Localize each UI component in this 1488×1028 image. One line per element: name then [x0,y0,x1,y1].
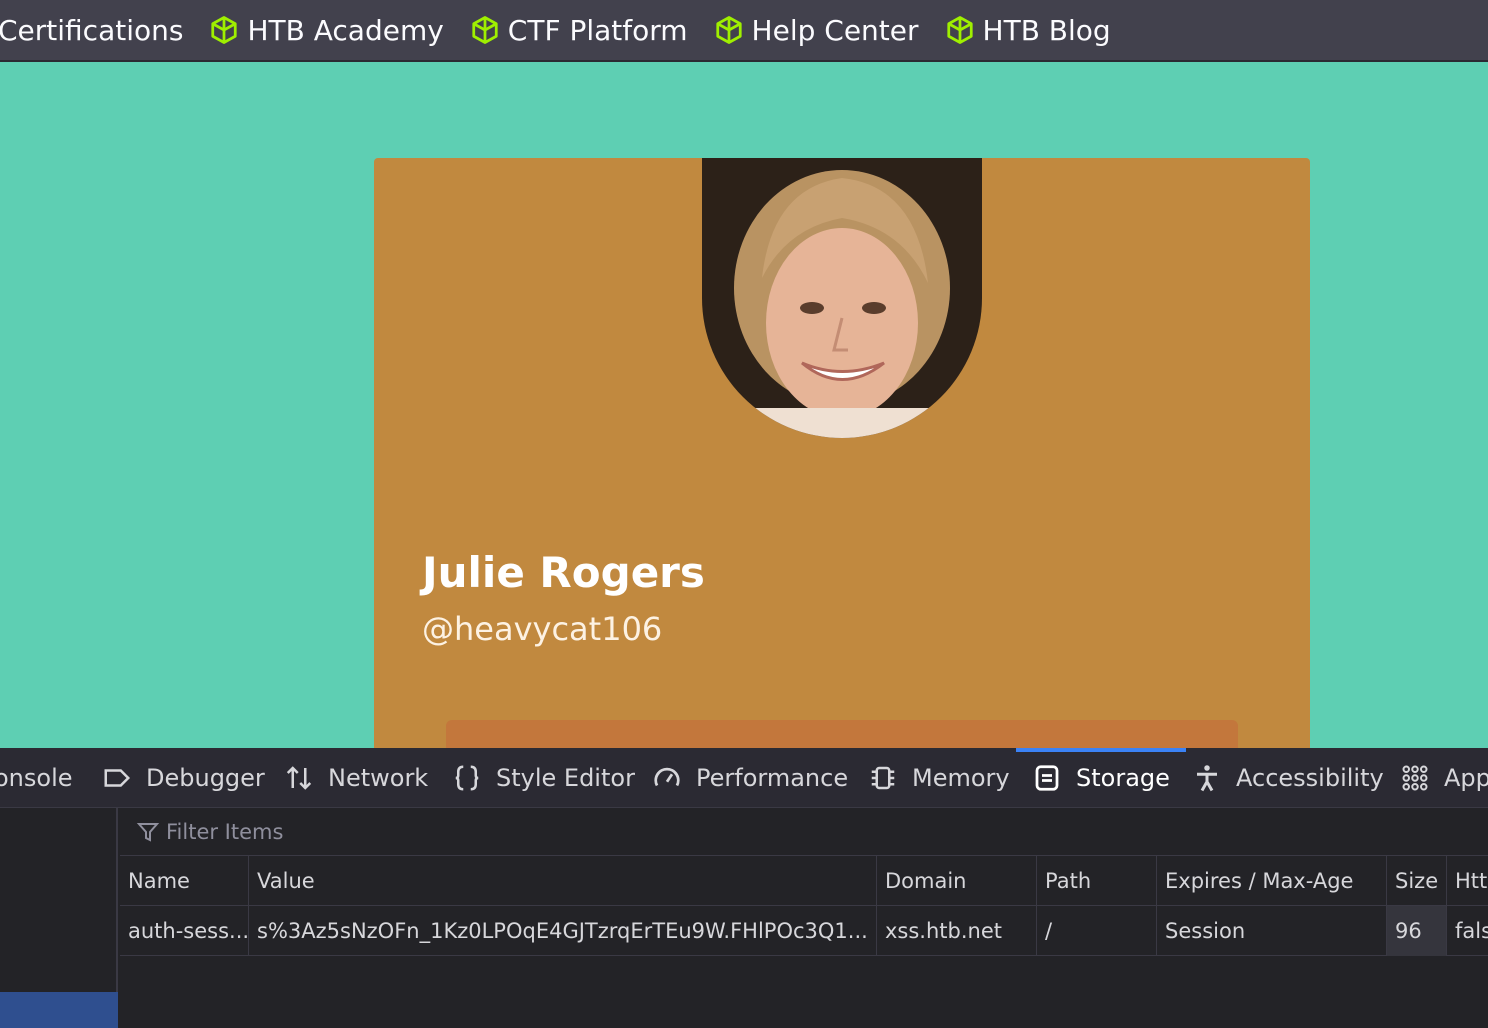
cell-path[interactable]: / [1036,906,1156,956]
profile-handle: @heavycat106 [422,610,663,648]
devtools-tabbar: onsole Debugger Network Style Editor Per… [0,748,1488,808]
tab-network[interactable]: Network [284,748,428,807]
cell-size[interactable]: 96 [1386,906,1446,956]
bookmark-ctf-platform[interactable]: CTF Platform [470,14,688,47]
grid-icon [1402,765,1428,791]
gauge-icon [654,767,680,787]
filter-bar[interactable]: Filter Items [120,808,1488,856]
tab-console[interactable]: onsole [0,748,73,807]
bookmark-label: HTB Academy [247,13,444,47]
braces-icon [455,765,479,791]
cell-domain[interactable]: xss.htb.net [876,906,1036,956]
filter-icon [136,822,160,842]
column-header-httponly[interactable]: Htt [1446,856,1488,906]
network-arrows-icon [286,766,312,790]
filter-input[interactable]: Filter Items [166,820,283,844]
accessibility-icon [1197,765,1217,792]
avatar [702,158,982,438]
tab-application[interactable]: App [1400,748,1488,807]
profile-content-box [446,720,1238,748]
devtools-panel: onsole Debugger Network Style Editor Per… [0,748,1488,1028]
bookmark-label: HTB Blog [982,13,1111,47]
cell-name[interactable]: auth-sess... [120,906,248,956]
bookmark-certifications[interactable]: Certifications [0,14,183,47]
column-header-domain[interactable]: Domain [876,856,1036,906]
profile-name: Julie Rogers [422,548,705,597]
column-header-name[interactable]: Name [120,856,248,906]
column-header-path[interactable]: Path [1036,856,1156,906]
tab-performance[interactable]: Performance [652,748,848,807]
table-header: Name Value Domain Path Expires / Max-Age… [120,856,1488,906]
cell-expires[interactable]: Session [1156,906,1386,956]
column-header-value[interactable]: Value [248,856,876,906]
cell-httponly[interactable]: fals [1446,906,1488,956]
bookmark-label: CTF Platform [507,13,688,47]
bookmark-label: Certifications [0,13,184,47]
bookmark-label: Help Center [751,13,919,47]
bookmark-htb-blog[interactable]: HTB Blog [945,14,1111,47]
debugger-icon [104,769,131,787]
tab-debugger[interactable]: Debugger [102,748,265,807]
column-header-size[interactable]: Size [1386,856,1446,906]
table-row[interactable]: auth-sess... s%3Az5sNzOFn_1Kz0LPOqE4GJTz… [120,906,1488,956]
profile-card: Julie Rogers @heavycat106 [374,158,1310,748]
cell-value[interactable]: s%3Az5sNzOFn_1Kz0LPOqE4GJTzrqErTEu9W.FHl… [248,906,876,956]
bookmarks-toolbar: Certifications HTB Academy CTF Platform … [0,0,1488,62]
bookmark-help-center[interactable]: Help Center [714,14,919,47]
tab-accessibility[interactable]: Accessibility [1192,748,1384,807]
htb-cube-icon [472,16,498,44]
cookies-table: Name Value Domain Path Expires / Max-Age… [120,856,1488,956]
tab-style-editor[interactable]: Style Editor [452,748,635,807]
web-page: Julie Rogers @heavycat106 [0,62,1488,748]
htb-cube-icon [715,16,742,44]
tab-storage[interactable]: Storage [1016,748,1186,807]
storage-icon [1035,765,1059,791]
avatar-photo [702,158,982,438]
htb-cube-icon [211,16,238,44]
storage-sidebar [0,808,118,1028]
bookmark-htb-academy[interactable]: HTB Academy [209,13,444,47]
tab-memory[interactable]: Memory [868,748,1010,807]
chip-icon [871,766,895,790]
sidebar-selected-item[interactable] [0,992,118,1028]
column-header-expires[interactable]: Expires / Max-Age [1156,856,1386,906]
htb-cube-icon [946,16,973,44]
